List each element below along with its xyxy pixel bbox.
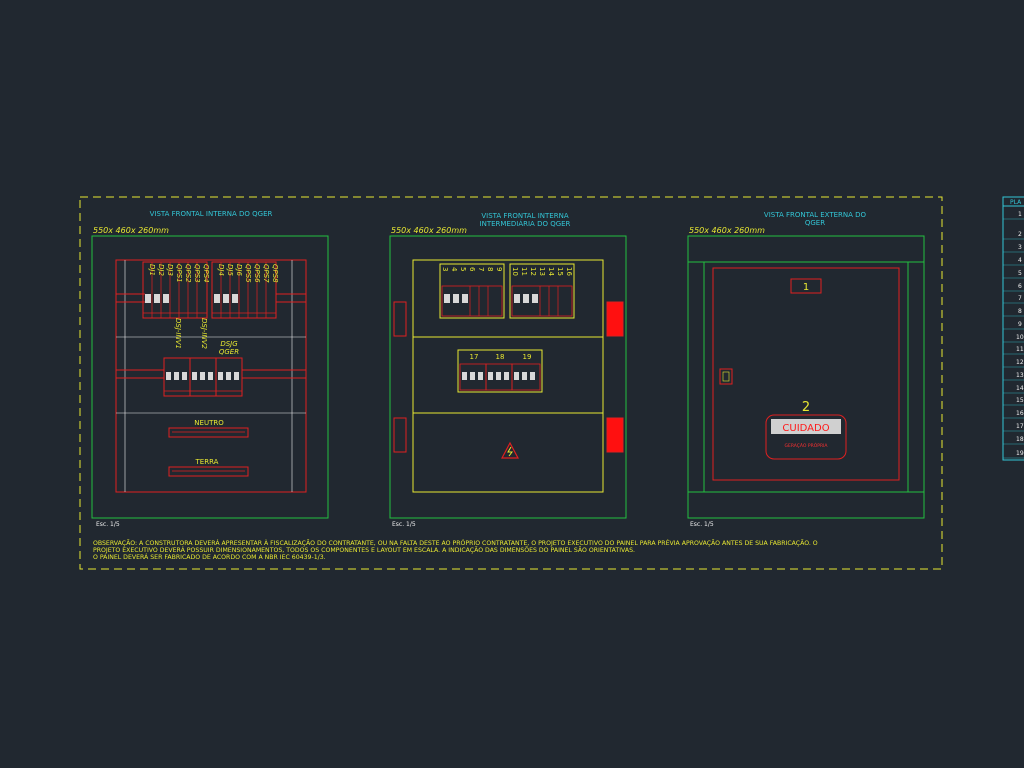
num-17: 17 — [470, 353, 479, 361]
label-dsj-inv2: DSJ-INV2 — [200, 318, 208, 350]
view3-title-1: VISTA FRONTAL EXTERNA DO — [764, 211, 867, 219]
side-table-row: 2 — [1018, 231, 1022, 238]
label-qps8: QPS8 — [271, 264, 279, 283]
label-terra: TERRA — [195, 458, 219, 466]
cutout-top-left — [439, 263, 505, 319]
tag-1: 1 — [803, 282, 809, 293]
side-table-row: 11 — [1016, 346, 1024, 353]
label-qps7: QPS7 — [262, 264, 270, 283]
side-table-row: 5 — [1018, 270, 1022, 277]
label-dj1: DJ1 — [148, 264, 156, 276]
label-qps6: QPS6 — [253, 264, 261, 283]
observation-note: OBSERVAÇÃO: A CONSTRUTORA DEVERÁ APRESEN… — [93, 538, 818, 561]
lock-top — [606, 301, 624, 337]
label-dsjg: DSJG — [220, 340, 238, 348]
warning-sub: GERAÇÃO PRÓPRIA — [784, 442, 828, 449]
side-table-row: 8 — [1018, 308, 1022, 315]
num-6: 6 — [468, 267, 476, 272]
view3-dims: 550x 460x 260mm — [689, 226, 765, 235]
num-12: 12 — [529, 267, 537, 276]
view2-dims: 550x 460x 260mm — [391, 226, 467, 235]
side-table-row: 13 — [1016, 372, 1024, 379]
terra-bar — [168, 466, 249, 477]
num-15: 15 — [556, 267, 564, 276]
num-3: 3 — [441, 267, 449, 271]
side-table: PLA 12345678910111213141516171819 — [1002, 196, 1024, 461]
view3-outline — [687, 235, 925, 519]
tag-2: 2 — [802, 400, 810, 415]
num-18: 18 — [496, 353, 505, 361]
breaker-group-mid — [163, 357, 243, 397]
neutro-bar — [168, 427, 249, 438]
num-10: 10 — [511, 267, 519, 276]
num-11: 11 — [520, 267, 528, 276]
num-13: 13 — [538, 267, 546, 276]
view2-scale: Esc. 1/5 — [392, 521, 416, 528]
num-16: 16 — [565, 267, 573, 276]
num-5: 5 — [459, 267, 467, 271]
side-table-row: 6 — [1018, 283, 1022, 290]
observation-line-2: PROJETO EXECUTIVO DEVERÁ POSSUIR DIMENSI… — [93, 545, 635, 554]
side-table-row: 10 — [1016, 334, 1024, 341]
view3-title-2: QGER — [805, 219, 825, 227]
view-interna: VISTA FRONTAL INTERNA DO QGER 550x 460x … — [91, 210, 329, 528]
label-qger: QGER — [219, 348, 239, 356]
drawing-canvas: VISTA FRONTAL INTERNA DO QGER 550x 460x … — [79, 196, 1024, 570]
view2-title-1: VISTA FRONTAL INTERNA — [481, 212, 568, 220]
door-handle — [719, 368, 733, 385]
label-qps4: QPS4 — [202, 264, 210, 283]
observation-line-1: OBSERVAÇÃO: A CONSTRUTORA DEVERÁ APRESEN… — [93, 538, 818, 547]
num-8: 8 — [486, 267, 494, 271]
observation-line-3: O PAINEL DEVERÁ SER FABRICADO DE ACORDO … — [93, 552, 326, 561]
label-neutro: NEUTRO — [194, 419, 224, 427]
label-dj2: DJ2 — [157, 264, 165, 276]
num-4: 4 — [450, 267, 458, 272]
view1-dims: 550x 460x 260mm — [93, 226, 169, 235]
num-19: 19 — [523, 353, 532, 361]
warning-text: CUIDADO — [782, 423, 829, 434]
label-dj3: DJ3 — [166, 264, 174, 276]
label-dj4: DJ4 — [217, 264, 225, 276]
view1-scale: Esc. 1/5 — [96, 521, 120, 528]
side-table-row: 19 — [1016, 450, 1024, 457]
label-dj6: DJ6 — [235, 264, 243, 276]
side-table-row: 12 — [1016, 359, 1024, 366]
side-table-row: 16 — [1016, 410, 1024, 417]
label-qps2: QPS2 — [184, 264, 192, 283]
side-table-row: 14 — [1016, 385, 1024, 392]
side-table-row: 1 — [1018, 211, 1022, 218]
side-table-row: 17 — [1016, 423, 1024, 430]
num-9: 9 — [495, 267, 503, 271]
view-intermediaria: VISTA FRONTAL INTERNA INTERMEDIÁRIA DO Q… — [389, 212, 627, 528]
view2-title-2: INTERMEDIÁRIA DO QGER — [480, 219, 571, 228]
view3-scale: Esc. 1/5 — [690, 521, 714, 528]
hazard-icon — [501, 441, 519, 459]
side-table-row: 7 — [1018, 295, 1022, 302]
label-qps5: QPS5 — [244, 264, 252, 283]
view1-title: VISTA FRONTAL INTERNA DO QGER — [150, 210, 273, 218]
sheet-frame — [79, 196, 943, 570]
side-table-row: 18 — [1016, 436, 1024, 443]
side-table-header: PLA — [1010, 199, 1022, 206]
side-table-row: 4 — [1018, 257, 1022, 264]
num-7: 7 — [477, 267, 485, 271]
label-qps3: QPS3 — [193, 264, 201, 283]
lock-bottom — [606, 417, 624, 453]
label-dsj-inv1: DSJ-INV1 — [174, 318, 182, 349]
side-table-row: 15 — [1016, 397, 1024, 404]
hinge-left-top — [393, 301, 407, 337]
view-externa: VISTA FRONTAL EXTERNA DO QGER 550x 460x … — [687, 211, 925, 528]
hinge-left-bottom — [393, 417, 407, 453]
side-table-row: 3 — [1018, 244, 1022, 251]
label-qps1: QPS1 — [175, 264, 183, 283]
side-table-row: 9 — [1018, 321, 1022, 328]
num-14: 14 — [547, 267, 555, 276]
label-dj5: DJ5 — [226, 264, 234, 276]
